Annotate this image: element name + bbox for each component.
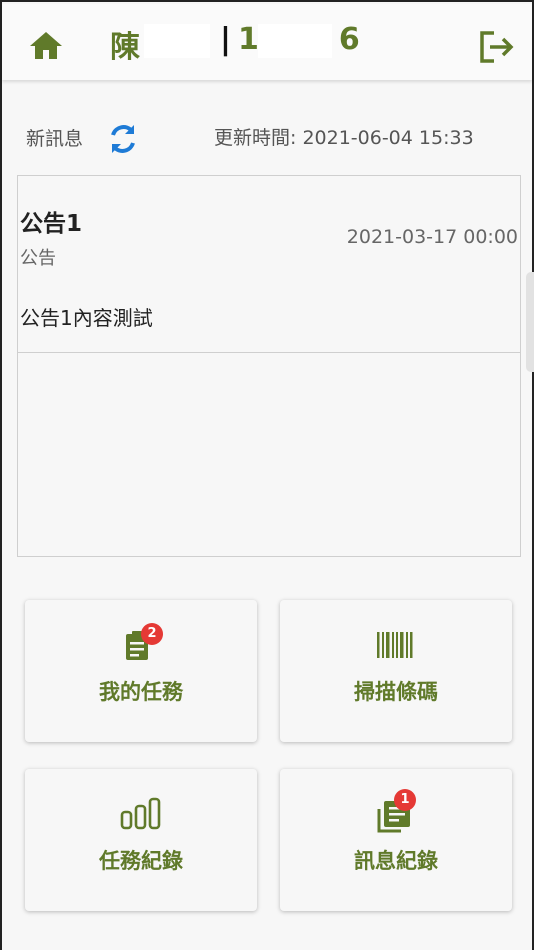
top-bar: 陳 | 1 6 — [2, 4, 532, 80]
scroll-handle[interactable] — [526, 272, 534, 372]
message-records-button[interactable]: 1 訊息紀錄 — [280, 769, 512, 911]
bar-chart-icon — [118, 795, 164, 833]
task-records-button[interactable]: 任務紀錄 — [25, 769, 257, 911]
my-tasks-label: 我的任務 — [99, 680, 183, 704]
new-messages-label: 新訊息 — [26, 128, 84, 150]
redaction-mask — [144, 24, 210, 58]
refresh-button[interactable] — [106, 122, 140, 156]
announcement-date: 2021-03-17 00:00 — [346, 226, 518, 248]
task-clipboard-icon: 2 — [118, 623, 164, 664]
logout-button[interactable] — [478, 30, 516, 64]
user-name: 陳 — [110, 30, 140, 65]
announcement-content: 公告1內容測試 — [20, 306, 153, 330]
message-records-label: 訊息紀錄 — [354, 849, 438, 873]
refresh-icon — [111, 125, 135, 153]
task-records-label: 任務紀錄 — [99, 849, 183, 873]
announcement-category: 公告 — [20, 248, 56, 269]
announcement-title: 公告1 — [20, 211, 83, 237]
announcement-item[interactable]: 公告1 公告 2021-03-17 00:00 公告1內容測試 — [18, 176, 520, 352]
redaction-mask — [258, 24, 332, 58]
home-button[interactable] — [28, 30, 64, 60]
scan-barcode-label: 掃描條碼 — [354, 680, 438, 704]
divider — [18, 352, 520, 353]
my-tasks-button[interactable]: 2 我的任務 — [25, 600, 257, 742]
update-time: 更新時間: 2021-06-04 15:33 — [214, 127, 474, 149]
header-separator: | — [220, 22, 231, 57]
user-id-prefix: 1 — [238, 22, 259, 57]
announcement-panel: 公告1 公告 2021-03-17 00:00 公告1內容測試 — [17, 175, 521, 557]
logout-icon — [480, 31, 514, 63]
scan-barcode-button[interactable]: 掃描條碼 — [280, 600, 512, 742]
user-id-suffix: 6 — [338, 22, 360, 57]
app-screen: 陳 | 16 新訊息 更新時間: 2021-06-04 15:33 公告1 公告… — [0, 0, 534, 950]
barcode-icon — [373, 626, 419, 664]
message-records-badge: 1 — [394, 789, 416, 811]
home-icon — [30, 32, 62, 59]
my-tasks-badge: 2 — [141, 623, 163, 645]
library-books-icon: 1 — [373, 789, 419, 833]
